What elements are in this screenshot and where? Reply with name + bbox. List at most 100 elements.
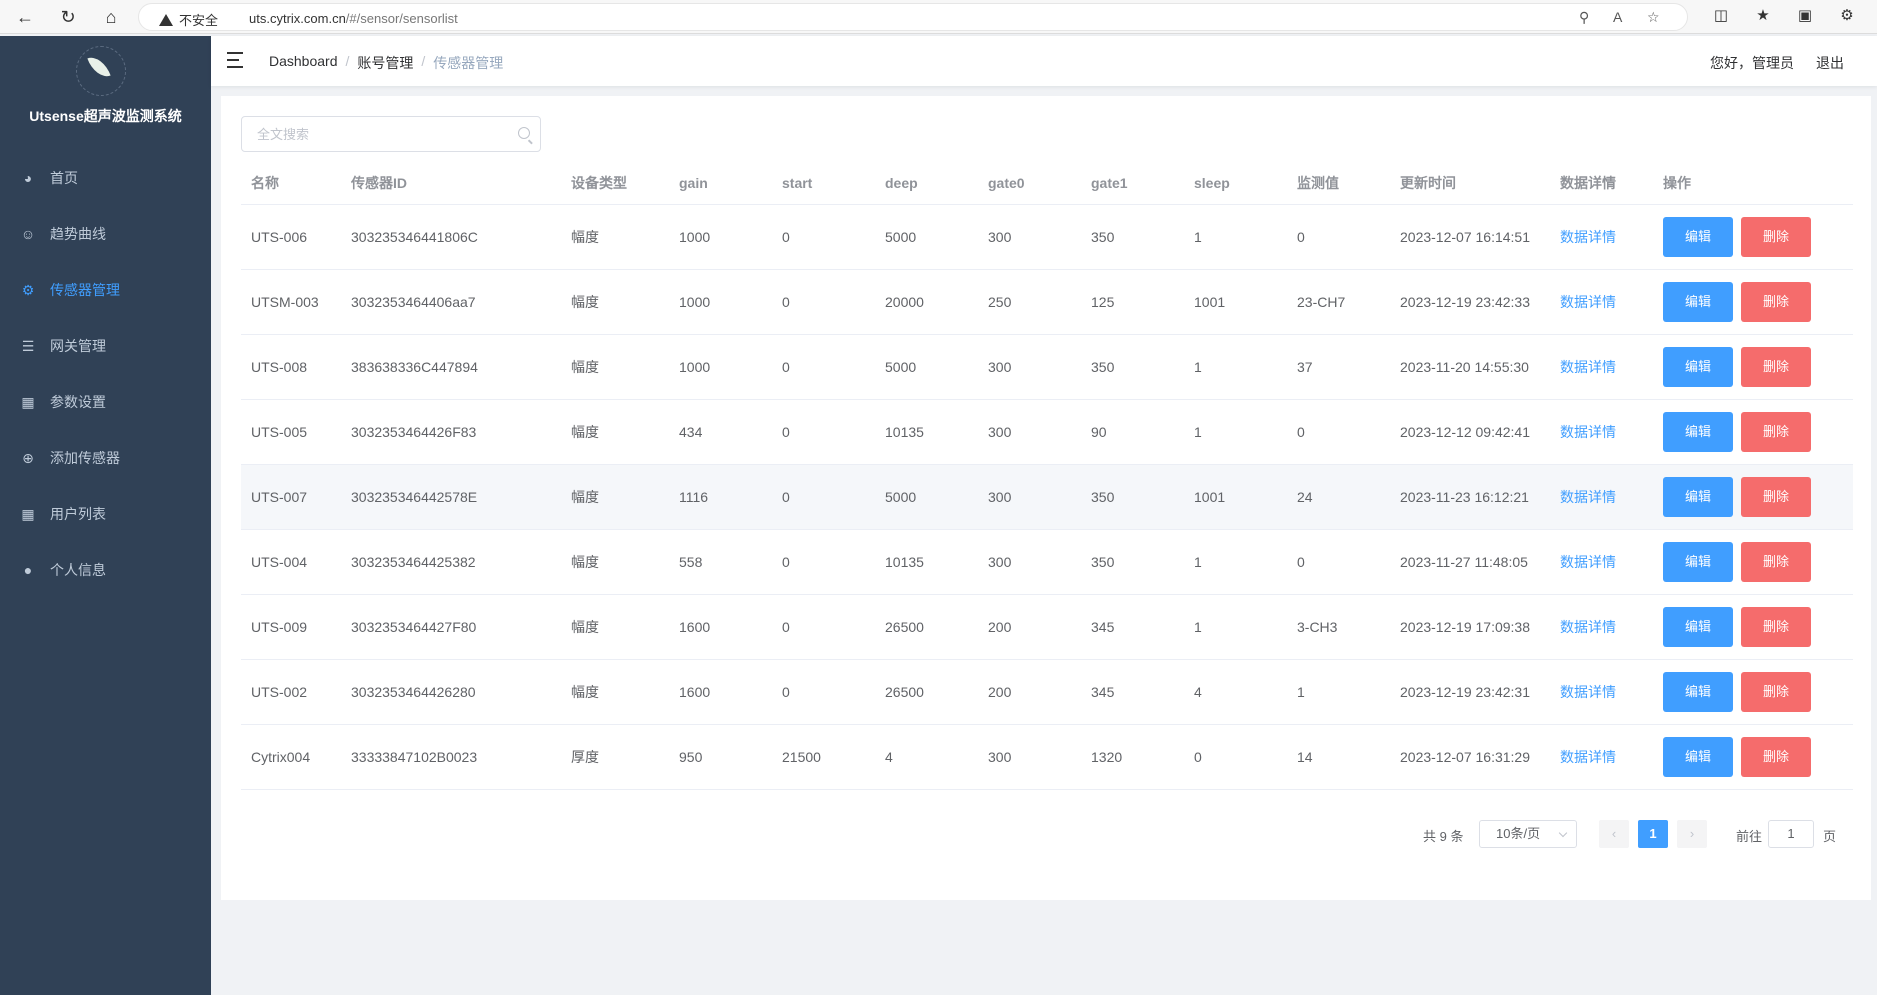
delete-button[interactable]: 删除 [1741, 216, 1811, 257]
page-size-select[interactable]: 10条/页 [1479, 820, 1577, 848]
edit-button[interactable]: 编辑 [1663, 671, 1733, 712]
table-cell: 3032353464427F80 [341, 594, 561, 660]
hamburger-icon[interactable] [227, 52, 245, 68]
edit-button[interactable]: 编辑 [1663, 606, 1733, 647]
data-detail-link[interactable]: 数据详情 [1560, 619, 1616, 635]
table-cell: 0 [1287, 529, 1390, 595]
sidebar-item-trend[interactable]: ☺ 趋势曲线 [0, 206, 211, 262]
delete-button[interactable]: 删除 [1741, 346, 1811, 387]
delete-button[interactable]: 删除 [1741, 281, 1811, 322]
favorite-star-icon[interactable]: ☆ [1647, 9, 1660, 26]
table-row[interactable]: UTS-002 3032353464426280 幅度 1600 0 26500 200 34… [241, 659, 1853, 725]
delete-button[interactable]: 删除 [1741, 541, 1811, 582]
edit-button[interactable]: 编辑 [1663, 476, 1733, 517]
table-header-row: 名称 传感器ID 设备类型 gain start deep gate0 gate… [241, 162, 1853, 205]
sidebar-item-label: 网关管理 [50, 338, 106, 354]
sidebar-item-add-sensor[interactable]: ⊕ 添加传感器 [0, 430, 211, 486]
edit-button[interactable]: 编辑 [1663, 541, 1733, 582]
table-row[interactable]: UTS-009 3032353464427F80 幅度 1600 0 26500 200 34… [241, 594, 1853, 660]
breadcrumb-account[interactable]: 账号管理 [357, 53, 413, 73]
table-cell: 0 [772, 529, 875, 595]
security-label: 不安全 [179, 13, 219, 28]
goto-page-input[interactable]: 1 [1768, 820, 1814, 848]
sidebar-item-home[interactable]: ◕ 首页 [0, 150, 211, 206]
prev-page-button[interactable]: ‹ [1599, 820, 1629, 848]
collections-icon[interactable]: ▣ [1794, 6, 1816, 24]
reload-icon[interactable]: ↻ [55, 4, 81, 30]
table-row[interactable]: UTS-005 3032353464426F83 幅度 434 0 10135 300 90 1… [241, 399, 1853, 465]
table-body: UTS-006 303235346441806C 幅度 1000 0 5000 300 350… [241, 204, 1853, 790]
browser-toolbar: ← ↻ ⌂ 不安全 uts.cytrix.com.cn/#/sensor/sen… [0, 0, 1877, 34]
back-arrow-icon[interactable]: ← [12, 4, 38, 30]
table-row[interactable]: UTS-008 383638336C447894 幅度 1000 0 5000 300 350… [241, 334, 1853, 400]
data-detail-link[interactable]: 数据详情 [1560, 424, 1616, 440]
delete-button[interactable]: 删除 [1741, 671, 1811, 712]
edit-button[interactable]: 编辑 [1663, 281, 1733, 322]
table-cell: 数据详情 [1550, 659, 1653, 725]
table-cell: UTSM-003 [241, 269, 341, 335]
logout-link[interactable]: 退出 [1816, 53, 1844, 73]
breadcrumb-separator: / [345, 53, 350, 69]
table-cell: 250 [978, 269, 1081, 335]
table-cell: 300 [978, 724, 1081, 790]
data-detail-link[interactable]: 数据详情 [1560, 489, 1616, 505]
data-detail-link[interactable]: 数据详情 [1560, 554, 1616, 570]
read-aloud-icon[interactable]: A [1613, 9, 1622, 25]
table-cell: UTS-009 [241, 594, 341, 660]
table-row[interactable]: UTS-004 3032353464425382 幅度 558 0 10135 300 350… [241, 529, 1853, 595]
search-input[interactable] [242, 117, 502, 151]
sidebar-item-sensor-management[interactable]: ⚙ 传感器管理 [0, 262, 211, 318]
pagination: 共 9 条 10条/页 ‹ 1 › 前往 1 页 [221, 820, 1871, 848]
delete-button[interactable]: 删除 [1741, 411, 1811, 452]
table-cell: 幅度 [561, 269, 669, 335]
data-detail-link[interactable]: 数据详情 [1560, 229, 1616, 245]
security-warning[interactable]: 不安全 [159, 10, 218, 29]
edit-button[interactable]: 编辑 [1663, 216, 1733, 257]
table-row[interactable]: UTS-007 303235346442578E 幅度 1116 0 5000 300 350… [241, 464, 1853, 530]
table-cell: 2023-12-19 17:09:38 [1390, 594, 1550, 660]
delete-button[interactable]: 删除 [1741, 736, 1811, 777]
delete-button[interactable]: 删除 [1741, 476, 1811, 517]
table-row[interactable]: Cytrix004 33333847102B0023 厚度 950 21500 4 300 1… [241, 724, 1853, 790]
next-page-button[interactable]: › [1677, 820, 1707, 848]
data-detail-link[interactable]: 数据详情 [1560, 294, 1616, 310]
table-row[interactable]: UTSM-003 3032353464406aa7 幅度 1000 0 20000 250 1… [241, 269, 1853, 335]
col-header: 数据详情 [1550, 162, 1653, 205]
table-cell: 300 [978, 334, 1081, 400]
table-row[interactable]: UTS-006 303235346441806C 幅度 1000 0 5000 300 350… [241, 204, 1853, 270]
table-cell: 350 [1081, 204, 1184, 270]
sidebar-item-parameters[interactable]: ▦ 参数设置 [0, 374, 211, 430]
dashboard-icon: ◕ [23, 170, 33, 186]
data-detail-link[interactable]: 数据详情 [1560, 684, 1616, 700]
table-cell: Cytrix004 [241, 724, 341, 790]
extensions-icon[interactable]: ⚙ [1836, 6, 1858, 24]
sidebar: Utsense超声波监测系统 ◕ 首页 ☺ 趋势曲线 ⚙ 传感器管理 ☰ 网关管理 ▦ 参… [0, 36, 211, 995]
key-icon[interactable]: ⚲ [1579, 9, 1589, 26]
search-icon[interactable] [518, 127, 530, 139]
table-cell: 90 [1081, 399, 1184, 465]
table-cell: 2023-11-27 11:48:05 [1390, 529, 1550, 595]
table-cell: 5000 [875, 334, 978, 400]
table-cell: 434 [669, 399, 772, 465]
url-text[interactable]: uts.cytrix.com.cn/#/sensor/sensorlist [249, 11, 458, 26]
sidebar-item-users[interactable]: ▦ 用户列表 [0, 486, 211, 542]
breadcrumb-dashboard[interactable]: Dashboard [269, 53, 338, 73]
data-detail-link[interactable]: 数据详情 [1560, 749, 1616, 765]
edit-button[interactable]: 编辑 [1663, 346, 1733, 387]
table-cell: 0 [772, 204, 875, 270]
home-icon[interactable]: ⌂ [98, 4, 124, 30]
favorites-icon[interactable]: ★ [1752, 6, 1774, 24]
edit-button[interactable]: 编辑 [1663, 736, 1733, 777]
split-screen-icon[interactable]: ◫ [1710, 6, 1732, 24]
sidebar-item-profile[interactable]: ● 个人信息 [0, 542, 211, 598]
page-number-current[interactable]: 1 [1638, 820, 1668, 848]
data-detail-link[interactable]: 数据详情 [1560, 359, 1616, 375]
table-cell-actions: 编辑 删除 [1653, 334, 1853, 400]
address-bar[interactable]: 不安全 uts.cytrix.com.cn/#/sensor/sensorlis… [138, 3, 1688, 31]
chevron-down-icon [1558, 828, 1568, 838]
table-cell: 数据详情 [1550, 204, 1653, 270]
edit-button[interactable]: 编辑 [1663, 411, 1733, 452]
sidebar-item-gateway[interactable]: ☰ 网关管理 [0, 318, 211, 374]
table-cell: 1000 [669, 204, 772, 270]
delete-button[interactable]: 删除 [1741, 606, 1811, 647]
